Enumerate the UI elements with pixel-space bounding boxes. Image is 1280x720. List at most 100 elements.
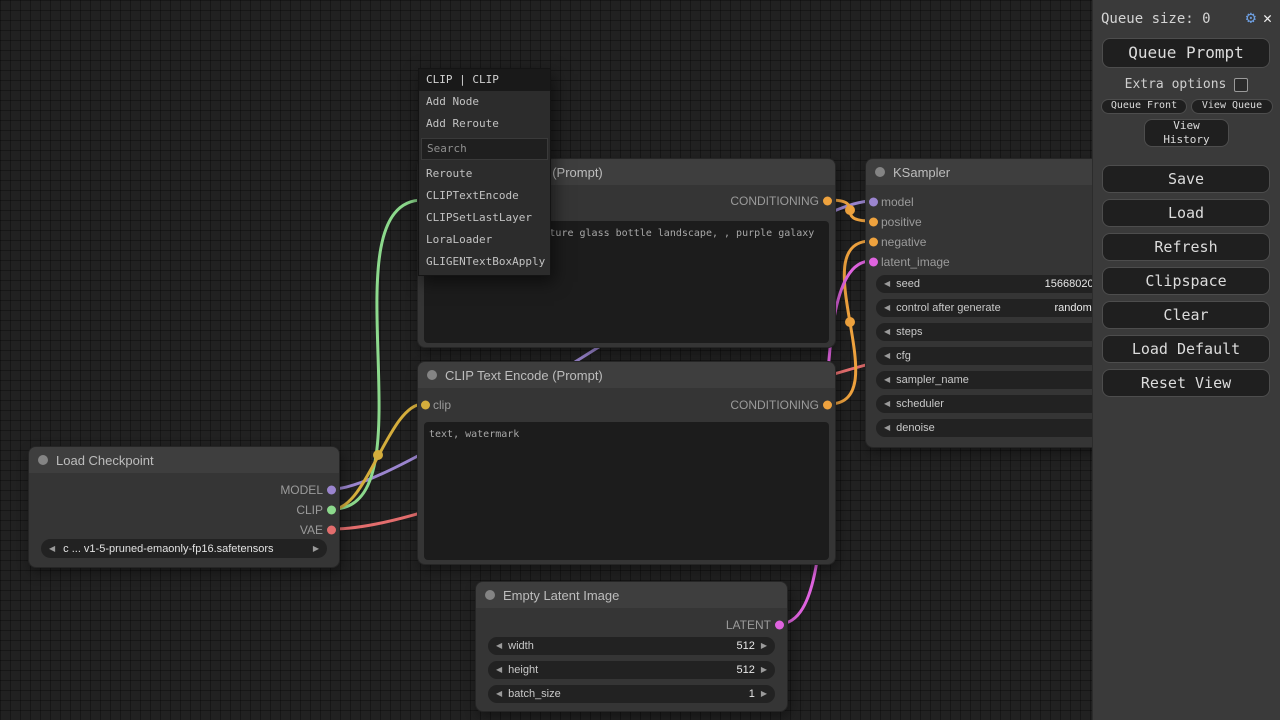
output-label: CONDITIONING	[730, 398, 819, 412]
increment-arrow-icon[interactable]: ▶	[761, 642, 767, 650]
decrement-arrow-icon[interactable]: ◀	[884, 328, 890, 336]
save-button[interactable]: Save	[1102, 165, 1270, 193]
output-row-latent: LATENT	[476, 615, 787, 635]
denoise-widget[interactable]: ◀ denoise ▶	[876, 419, 1126, 437]
refresh-button[interactable]: Refresh	[1102, 233, 1270, 261]
node-title-bar[interactable]: Empty Latent Image	[476, 582, 787, 608]
widget-label: denoise	[896, 422, 935, 434]
output-row-clip: CLIP	[29, 500, 339, 520]
output-dot-latent[interactable]	[775, 621, 784, 630]
input-label: model	[881, 195, 914, 209]
node-title: Empty Latent Image	[503, 588, 619, 603]
widget-label: width	[508, 640, 534, 652]
output-dot-clip[interactable]	[327, 506, 336, 515]
extra-options-checkbox[interactable]	[1234, 78, 1248, 92]
decrement-arrow-icon[interactable]: ◀	[496, 642, 502, 650]
search-input[interactable]: Search	[421, 138, 548, 160]
decrement-arrow-icon[interactable]: ◀	[49, 545, 55, 553]
node-clip-text-encode-2[interactable]: CLIP Text Encode (Prompt) clip CONDITION…	[417, 361, 836, 565]
height-widget[interactable]: ◀ height 512 ▶	[488, 661, 775, 679]
output-label: MODEL	[280, 483, 323, 497]
decrement-arrow-icon[interactable]: ◀	[496, 666, 502, 674]
widget-value: 1	[749, 688, 755, 700]
collapse-dot-icon[interactable]	[427, 370, 437, 380]
queue-front-button[interactable]: Queue Front	[1101, 99, 1187, 114]
batch-size-widget[interactable]: ◀ batch_size 1 ▶	[488, 685, 775, 703]
menu-item-reroute[interactable]: Reroute	[419, 163, 550, 185]
close-icon[interactable]: ✕	[1263, 11, 1272, 26]
input-dot-latent-image[interactable]	[869, 258, 878, 267]
menu-item-loraloader[interactable]: LoraLoader	[419, 229, 550, 251]
output-label: CONDITIONING	[730, 194, 819, 208]
menu-item-clipsetlastlayer[interactable]: CLIPSetLastLayer	[419, 207, 550, 229]
node-canvas[interactable]: CLIP Text Encode (Prompt) clip CONDITION…	[0, 0, 1280, 720]
node-title-bar[interactable]: Load Checkpoint	[29, 447, 339, 473]
collapse-dot-icon[interactable]	[875, 167, 885, 177]
menu-item-add-reroute[interactable]: Add Reroute	[419, 113, 550, 135]
main-menu-panel: Queue size: 0 ⚙ ✕ Queue Prompt Extra opt…	[1092, 0, 1280, 720]
output-label: VAE	[300, 523, 323, 537]
menu-item-add-node[interactable]: Add Node	[419, 91, 550, 113]
increment-arrow-icon[interactable]: ▶	[761, 666, 767, 674]
view-queue-button[interactable]: View Queue	[1191, 99, 1273, 114]
widget-label: cfg	[896, 350, 911, 362]
node-title: Load Checkpoint	[56, 453, 154, 468]
widget-value: 512	[736, 664, 754, 676]
output-dot-vae[interactable]	[327, 526, 336, 535]
context-menu: CLIP | CLIP Add Node Add Reroute Search …	[418, 68, 551, 276]
control-after-generate-widget[interactable]: ◀ control after generate randomize ▶	[876, 299, 1126, 317]
ckpt-name-widget[interactable]: ◀ c ... v1-5-pruned-emaonly-fp16.safeten…	[41, 539, 327, 558]
output-row-conditioning: CONDITIONING	[418, 395, 835, 415]
output-dot-model[interactable]	[327, 486, 336, 495]
output-dot-conditioning[interactable]	[823, 401, 832, 410]
collapse-dot-icon[interactable]	[485, 590, 495, 600]
link-dot-positive	[845, 205, 855, 215]
clear-button[interactable]: Clear	[1102, 301, 1270, 329]
increment-arrow-icon[interactable]: ▶	[761, 690, 767, 698]
output-label: LATENT	[726, 618, 771, 632]
input-dot-model[interactable]	[869, 198, 878, 207]
node-load-checkpoint[interactable]: Load Checkpoint MODEL CLIP VAE ◀ c ... v…	[28, 446, 340, 568]
node-title-bar[interactable]: CLIP Text Encode (Prompt)	[418, 362, 835, 388]
input-label: positive	[881, 215, 922, 229]
increment-arrow-icon[interactable]: ▶	[313, 545, 319, 553]
decrement-arrow-icon[interactable]: ◀	[884, 280, 890, 288]
view-history-button[interactable]: View History	[1144, 119, 1229, 147]
cfg-widget[interactable]: ◀ cfg ▶	[876, 347, 1126, 365]
node-title: CLIP Text Encode (Prompt)	[445, 368, 603, 383]
decrement-arrow-icon[interactable]: ◀	[496, 690, 502, 698]
width-widget[interactable]: ◀ width 512 ▶	[488, 637, 775, 655]
extra-options-label: Extra options	[1125, 77, 1227, 92]
input-dot-positive[interactable]	[869, 218, 878, 227]
output-row-model: MODEL	[29, 480, 339, 500]
load-button[interactable]: Load	[1102, 199, 1270, 227]
widget-label: sampler_name	[896, 374, 969, 386]
widget-value: 512	[736, 640, 754, 652]
prompt-textarea[interactable]: text, watermark	[424, 422, 829, 560]
sampler-name-widget[interactable]: ◀ sampler_name ▶	[876, 371, 1126, 389]
menu-header: Queue size: 0 ⚙ ✕	[1101, 10, 1272, 27]
steps-widget[interactable]: ◀ steps ▶	[876, 323, 1126, 341]
collapse-dot-icon[interactable]	[38, 455, 48, 465]
node-empty-latent-image[interactable]: Empty Latent Image LATENT ◀ width 512 ▶ …	[475, 581, 788, 712]
load-default-button[interactable]: Load Default	[1102, 335, 1270, 363]
output-dot-conditioning[interactable]	[823, 197, 832, 206]
settings-gear-icon[interactable]: ⚙	[1246, 10, 1256, 27]
widget-label: steps	[896, 326, 922, 338]
decrement-arrow-icon[interactable]: ◀	[884, 400, 890, 408]
decrement-arrow-icon[interactable]: ◀	[884, 424, 890, 432]
clipspace-button[interactable]: Clipspace	[1102, 267, 1270, 295]
decrement-arrow-icon[interactable]: ◀	[884, 352, 890, 360]
reset-view-button[interactable]: Reset View	[1102, 369, 1270, 397]
menu-item-gligentextboxapply[interactable]: GLIGENTextBoxApply	[419, 251, 550, 273]
decrement-arrow-icon[interactable]: ◀	[884, 304, 890, 312]
scheduler-widget[interactable]: ◀ scheduler ▶	[876, 395, 1126, 413]
widget-label: batch_size	[508, 688, 561, 700]
input-dot-negative[interactable]	[869, 238, 878, 247]
menu-item-cliptextencode[interactable]: CLIPTextEncode	[419, 185, 550, 207]
queue-prompt-button[interactable]: Queue Prompt	[1102, 38, 1270, 68]
decrement-arrow-icon[interactable]: ◀	[884, 376, 890, 384]
link-dot-clip	[373, 450, 383, 460]
seed-widget[interactable]: ◀ seed 1566802081 ▶	[876, 275, 1126, 293]
context-menu-header: CLIP | CLIP	[419, 69, 550, 91]
